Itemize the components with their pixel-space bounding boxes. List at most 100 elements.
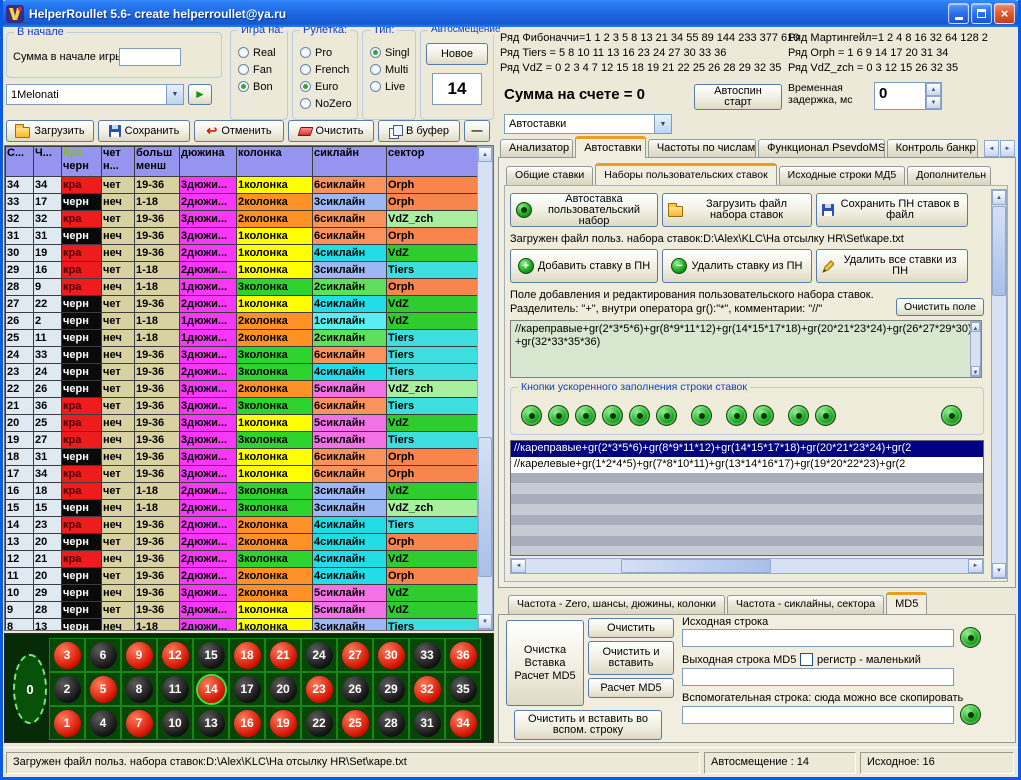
table-row[interactable]: 289кранеч1-181дюжи...3колонка2сиклайнOrp… [6, 279, 480, 296]
quick-fill-button[interactable] [726, 405, 747, 426]
table-row[interactable]: 1734крачет19-363дюжи...1колонка6сиклайнO… [6, 466, 480, 483]
table-row[interactable]: 2324чернчет19-362дюжи...3колонка4сиклайн… [6, 364, 480, 381]
bet-list-row[interactable]: //кареправые+gr(2*3*5*6)+gr(8*9*11*12)+g… [511, 441, 983, 457]
board-cell-17[interactable]: 17 [229, 672, 265, 706]
table-row[interactable]: 928чернчет19-363дюжи...1колонка5сиклайнV… [6, 602, 480, 619]
board-cell-20[interactable]: 20 [265, 672, 301, 706]
tab-additional[interactable]: Дополнительн [907, 166, 991, 185]
table-row[interactable]: 1320чернчет19-362дюжи...2колонка4сиклайн… [6, 534, 480, 551]
board-cell-28[interactable]: 28 [373, 706, 409, 740]
radio-real[interactable]: Real [231, 44, 287, 61]
radio-nozero[interactable]: NoZero [293, 95, 357, 112]
save-button[interactable]: Сохранить [98, 120, 190, 142]
col-header-color[interactable]: Крачерн [62, 147, 102, 177]
list-hscrollbar[interactable] [510, 558, 984, 574]
register-checkbox[interactable] [800, 653, 813, 666]
scroll-down-icon[interactable] [478, 614, 492, 629]
board-cell-14[interactable]: 14 [193, 672, 229, 706]
board-cell-13[interactable]: 13 [193, 706, 229, 740]
board-cell-30[interactable]: 30 [373, 638, 409, 672]
table-row[interactable]: 262чернчет1-181дюжи...2колонка1сиклайнVd… [6, 313, 480, 330]
table-row[interactable]: 1515черннеч1-182дюжи...3колонка3сиклайнV… [6, 500, 480, 517]
bet-list-row[interactable]: //карелевые+gr(1*2*4*5)+gr(7*8*10*11)+gr… [511, 457, 983, 473]
delete-bet-button[interactable]: Удалить ставку из ПН [662, 249, 812, 283]
board-cell-29[interactable]: 29 [373, 672, 409, 706]
table-row[interactable]: 3131черннеч19-363дюжи...1колонка6сиклайн… [6, 228, 480, 245]
scroll-up-icon[interactable] [992, 190, 1006, 205]
col-header-range[interactable]: большменш [135, 147, 180, 177]
scroll-thumb[interactable] [478, 437, 492, 577]
auto-user-set-button[interactable]: Автоставка пользовательский набор [510, 193, 658, 227]
board-cell-31[interactable]: 31 [409, 706, 445, 740]
radio-french[interactable]: French [293, 61, 357, 78]
radio-multi[interactable]: Multi [363, 61, 415, 78]
table-row[interactable]: 2916крачет1-182дюжи...1колонка3сиклайнTi… [6, 262, 480, 279]
scroll-thumb[interactable] [621, 559, 771, 573]
minus-button[interactable]: — [464, 120, 490, 142]
table-row[interactable]: 1618крачет1-182дюжи...3колонка3сиклайнVd… [6, 483, 480, 500]
quick-fill-button[interactable] [548, 405, 569, 426]
board-cell-23[interactable]: 23 [301, 672, 337, 706]
col-header-dozen[interactable]: дюжина [180, 147, 237, 177]
quick-fill-button[interactable] [941, 405, 962, 426]
quick-fill-button[interactable] [629, 405, 650, 426]
quick-fill-button[interactable] [602, 405, 623, 426]
table-row[interactable]: 3232крачет19-363дюжи...2колонка6сиклайнV… [6, 211, 480, 228]
scroll-down-icon[interactable] [992, 563, 1006, 578]
bet-edit-field[interactable]: //кареправые+gr(2*3*5*6)+gr(8*9*11*12)+g… [510, 320, 982, 378]
table-row[interactable]: 1029черннеч19-363дюжи...2колонка5сиклайн… [6, 585, 480, 602]
board-cell-7[interactable]: 7 [121, 706, 157, 740]
to-buffer-button[interactable]: В буфер [378, 120, 460, 142]
tab-autobets[interactable]: Автоставки [575, 136, 646, 158]
board-cell-5[interactable]: 5 [85, 672, 121, 706]
new-shift-button[interactable]: Новое [426, 43, 488, 65]
scroll-left-icon[interactable] [511, 559, 526, 573]
tab-bankroll-control[interactable]: Контроль банкр [887, 139, 978, 158]
board-cell-1[interactable]: 1 [49, 706, 85, 740]
scroll-right-icon[interactable] [968, 559, 983, 573]
table-row[interactable]: 2025кранеч19-363дюжи...1колонка5сиклайнV… [6, 415, 480, 432]
md5-master-button[interactable]: ОчисткаВставкаРасчет MD5 [506, 620, 584, 706]
md5-calc-button[interactable]: Расчет MD5 [588, 678, 674, 698]
md5-aux-input[interactable] [682, 706, 954, 724]
board-cell-16[interactable]: 16 [229, 706, 265, 740]
tabs-scroll-right-icon[interactable] [1000, 140, 1015, 157]
maximize-button[interactable] [971, 3, 992, 24]
board-cell-35[interactable]: 35 [445, 672, 481, 706]
board-cell-33[interactable]: 33 [409, 638, 445, 672]
delay-spinner[interactable]: 0 [874, 82, 942, 110]
tabs-scroll-left-icon[interactable] [984, 140, 999, 157]
quick-fill-button[interactable] [575, 405, 596, 426]
radio-euro[interactable]: Euro [293, 78, 357, 95]
board-cell-21[interactable]: 21 [265, 638, 301, 672]
col-header-counter[interactable]: С... [6, 147, 34, 177]
md5-output-input[interactable] [682, 668, 954, 686]
radio-fan[interactable]: Fan [231, 61, 287, 78]
board-cell-4[interactable]: 4 [85, 706, 121, 740]
table-row[interactable]: 3317черннеч1-182дюжи...2колонка3сиклайнO… [6, 194, 480, 211]
board-cell-9[interactable]: 9 [121, 638, 157, 672]
col-header-sector[interactable]: сектор [387, 147, 480, 177]
spin-down-icon[interactable] [926, 96, 941, 109]
quick-fill-button[interactable] [656, 405, 677, 426]
add-bet-button[interactable]: Добавить ставку в ПН [510, 249, 658, 283]
board-cell-25[interactable]: 25 [337, 706, 373, 740]
chevron-down-icon[interactable] [166, 85, 183, 104]
table-row[interactable]: 2136крачет19-363дюжи...3колонка6сиклайнT… [6, 398, 480, 415]
tab-md5-source-strings[interactable]: Исходные строки МД5 [779, 166, 906, 185]
board-cell-27[interactable]: 27 [337, 638, 373, 672]
table-row[interactable]: 1221кранеч19-362дюжи...3колонка4сиклайнV… [6, 551, 480, 568]
run-system-button[interactable] [188, 84, 212, 105]
tab-analyzer[interactable]: Анализатор [500, 139, 573, 158]
table-row[interactable]: 2511черннеч1-181дюжи...2колонка2сиклайнT… [6, 330, 480, 347]
col-header-column[interactable]: колонка [237, 147, 313, 177]
md5-aux-quick-button[interactable] [960, 704, 981, 725]
bet-list[interactable]: //кареправые+gr(2*3*5*6)+gr(8*9*11*12)+g… [510, 440, 984, 556]
board-cell-2[interactable]: 2 [49, 672, 85, 706]
scroll-down-icon[interactable] [971, 366, 980, 376]
scroll-up-icon[interactable] [971, 322, 980, 332]
table-row[interactable]: 2226чернчет19-363дюжи...2колонка5сиклайн… [6, 381, 480, 398]
radio-bon[interactable]: Bon [231, 78, 287, 95]
edit-scrollbar[interactable] [970, 321, 981, 377]
board-cell-8[interactable]: 8 [121, 672, 157, 706]
